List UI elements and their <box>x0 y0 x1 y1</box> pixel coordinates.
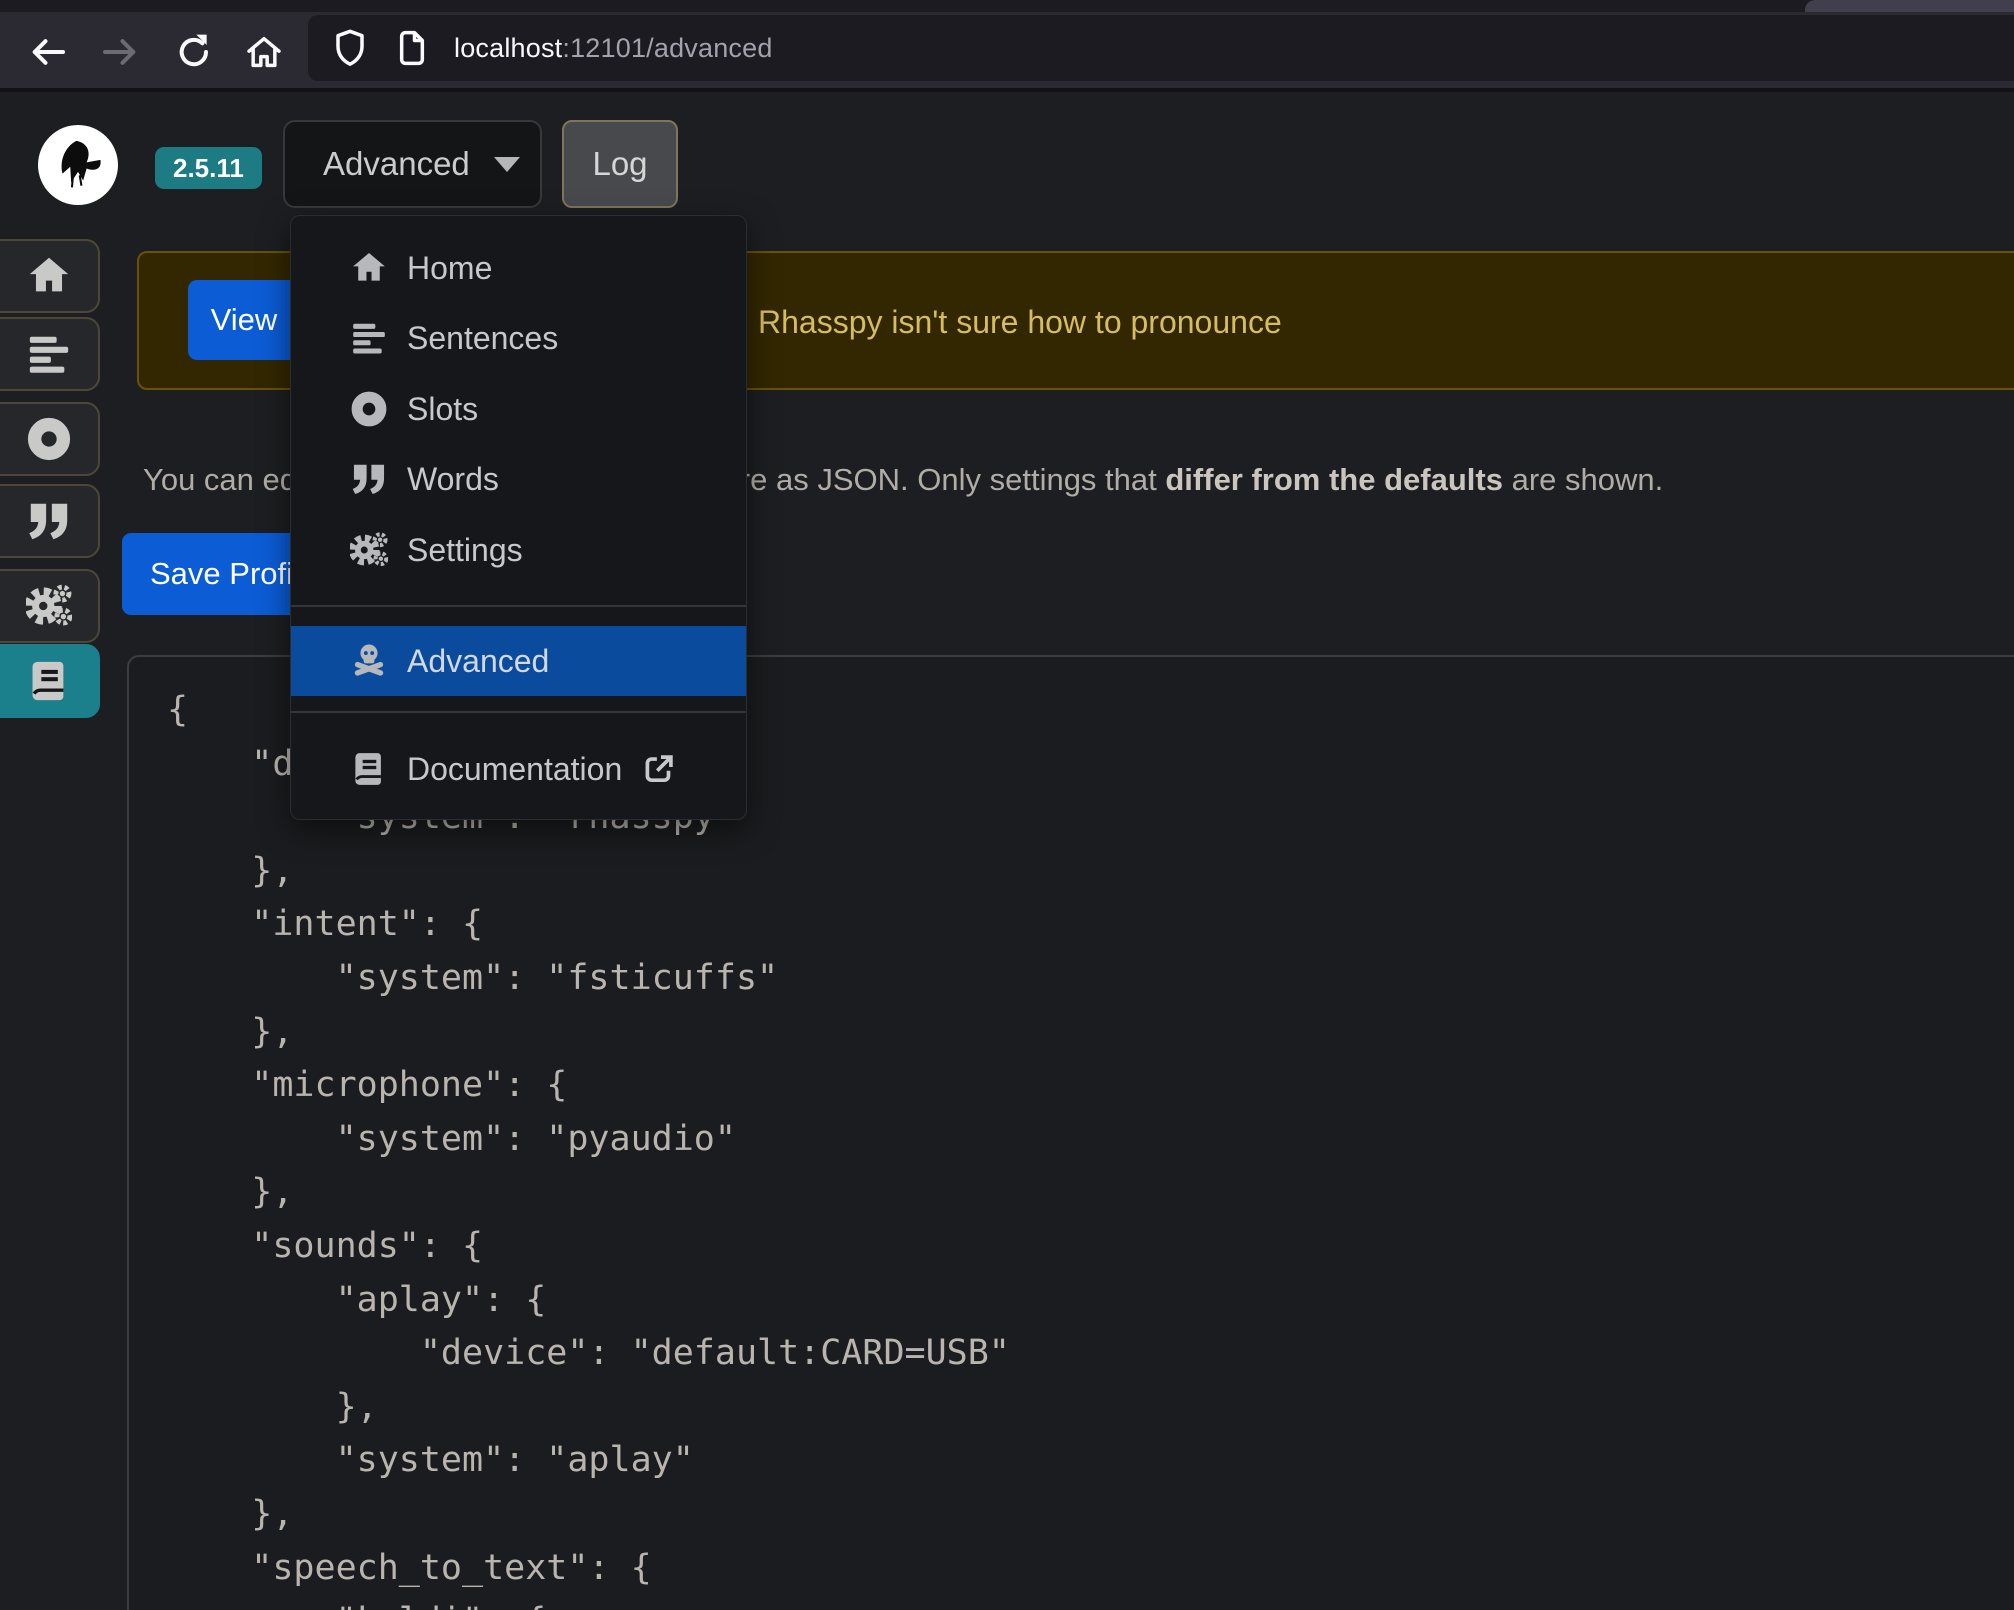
home-icon <box>26 253 72 299</box>
book-icon <box>347 747 391 791</box>
menu-divider <box>291 711 746 713</box>
code-line: }, <box>167 1006 2014 1060</box>
code-line: }, <box>167 1381 2014 1435</box>
warning-message: Rhasspy isn't sure how to pronounce <box>758 253 1282 392</box>
page-info-icon[interactable] <box>392 28 432 68</box>
back-icon[interactable] <box>27 31 69 73</box>
sidebar-item-documentation[interactable] <box>0 644 100 718</box>
page-dropdown-menu: Home Sentences Slots Words Settings Ad <box>290 215 747 820</box>
menu-item-settings[interactable]: Settings <box>291 515 746 585</box>
shield-icon[interactable] <box>330 28 370 68</box>
json-code: { "dialogue": { "system": "rhasspy" }, "… <box>167 684 2014 1610</box>
sidebar-item-sentences[interactable] <box>0 317 100 391</box>
quote-icon <box>26 498 72 544</box>
reload-icon[interactable] <box>173 31 215 73</box>
home-icon <box>347 246 391 290</box>
version-badge: 2.5.11 <box>155 147 262 189</box>
book-icon <box>26 658 72 704</box>
menu-item-documentation[interactable]: Documentation <box>291 734 746 804</box>
code-line: "speech_to_text": { <box>167 1542 2014 1596</box>
page-selector-value: Advanced <box>323 145 470 183</box>
gears-icon <box>347 528 391 572</box>
sidebar-item-words[interactable] <box>0 484 100 558</box>
url-host: localhost <box>454 33 562 63</box>
view-button[interactable]: View <box>188 280 300 360</box>
menu-item-home[interactable]: Home <box>291 233 746 303</box>
rhasspy-logo <box>38 125 118 205</box>
home-icon[interactable] <box>243 31 285 73</box>
code-line: }, <box>167 845 2014 899</box>
record-icon <box>26 416 72 462</box>
code-line: "system": "fsticuffs" <box>167 952 2014 1006</box>
log-button[interactable]: Log <box>562 120 678 208</box>
menu-divider <box>291 605 746 607</box>
menu-item-words[interactable]: Words <box>291 444 746 514</box>
code-line: "device": "default:CARD=USB" <box>167 1327 2014 1381</box>
browser-tab-strip <box>0 0 2014 12</box>
code-line: "kaldi": { <box>167 1595 2014 1610</box>
code-line: "sounds": { <box>167 1220 2014 1274</box>
gears-icon <box>26 583 72 629</box>
url-path: :12101/advanced <box>562 33 772 63</box>
browser-toolbar: localhost:12101/advanced <box>0 0 2014 92</box>
menu-item-advanced[interactable]: Advanced <box>291 626 746 696</box>
screenshot-root: localhost:12101/advanced 2.5.11 Advanced… <box>0 0 2014 1610</box>
align-left-icon <box>347 316 391 360</box>
url-bar[interactable]: localhost:12101/advanced <box>308 15 2014 81</box>
sidebar-item-slots[interactable] <box>0 402 100 476</box>
sidebar-item-home[interactable] <box>0 239 100 313</box>
external-link-icon <box>642 752 676 786</box>
code-line: "system": "pyaudio" <box>167 1113 2014 1167</box>
forward-icon[interactable] <box>99 31 141 73</box>
record-icon <box>347 387 391 431</box>
code-line: "microphone": { <box>167 1059 2014 1113</box>
bird-icon <box>47 134 109 196</box>
skull-crossbones-icon <box>347 639 391 683</box>
code-line: "aplay": { <box>167 1274 2014 1328</box>
code-line: "intent": { <box>167 898 2014 952</box>
menu-item-slots[interactable]: Slots <box>291 374 746 444</box>
code-line: }, <box>167 1488 2014 1542</box>
browser-tab-edge <box>1805 0 2014 12</box>
quote-icon <box>347 457 391 501</box>
align-left-icon <box>26 331 72 377</box>
sidebar-item-settings[interactable] <box>0 569 100 643</box>
url-text: localhost:12101/advanced <box>454 33 773 64</box>
page-selector-dropdown[interactable]: Advanced <box>283 120 542 208</box>
code-line: "system": "aplay" <box>167 1434 2014 1488</box>
code-line: }, <box>167 1166 2014 1220</box>
chevron-down-icon <box>494 157 520 172</box>
menu-item-sentences[interactable]: Sentences <box>291 303 746 373</box>
rhasspy-app: 2.5.11 Advanced Log View Rhasspy isn't s… <box>0 92 2014 1610</box>
